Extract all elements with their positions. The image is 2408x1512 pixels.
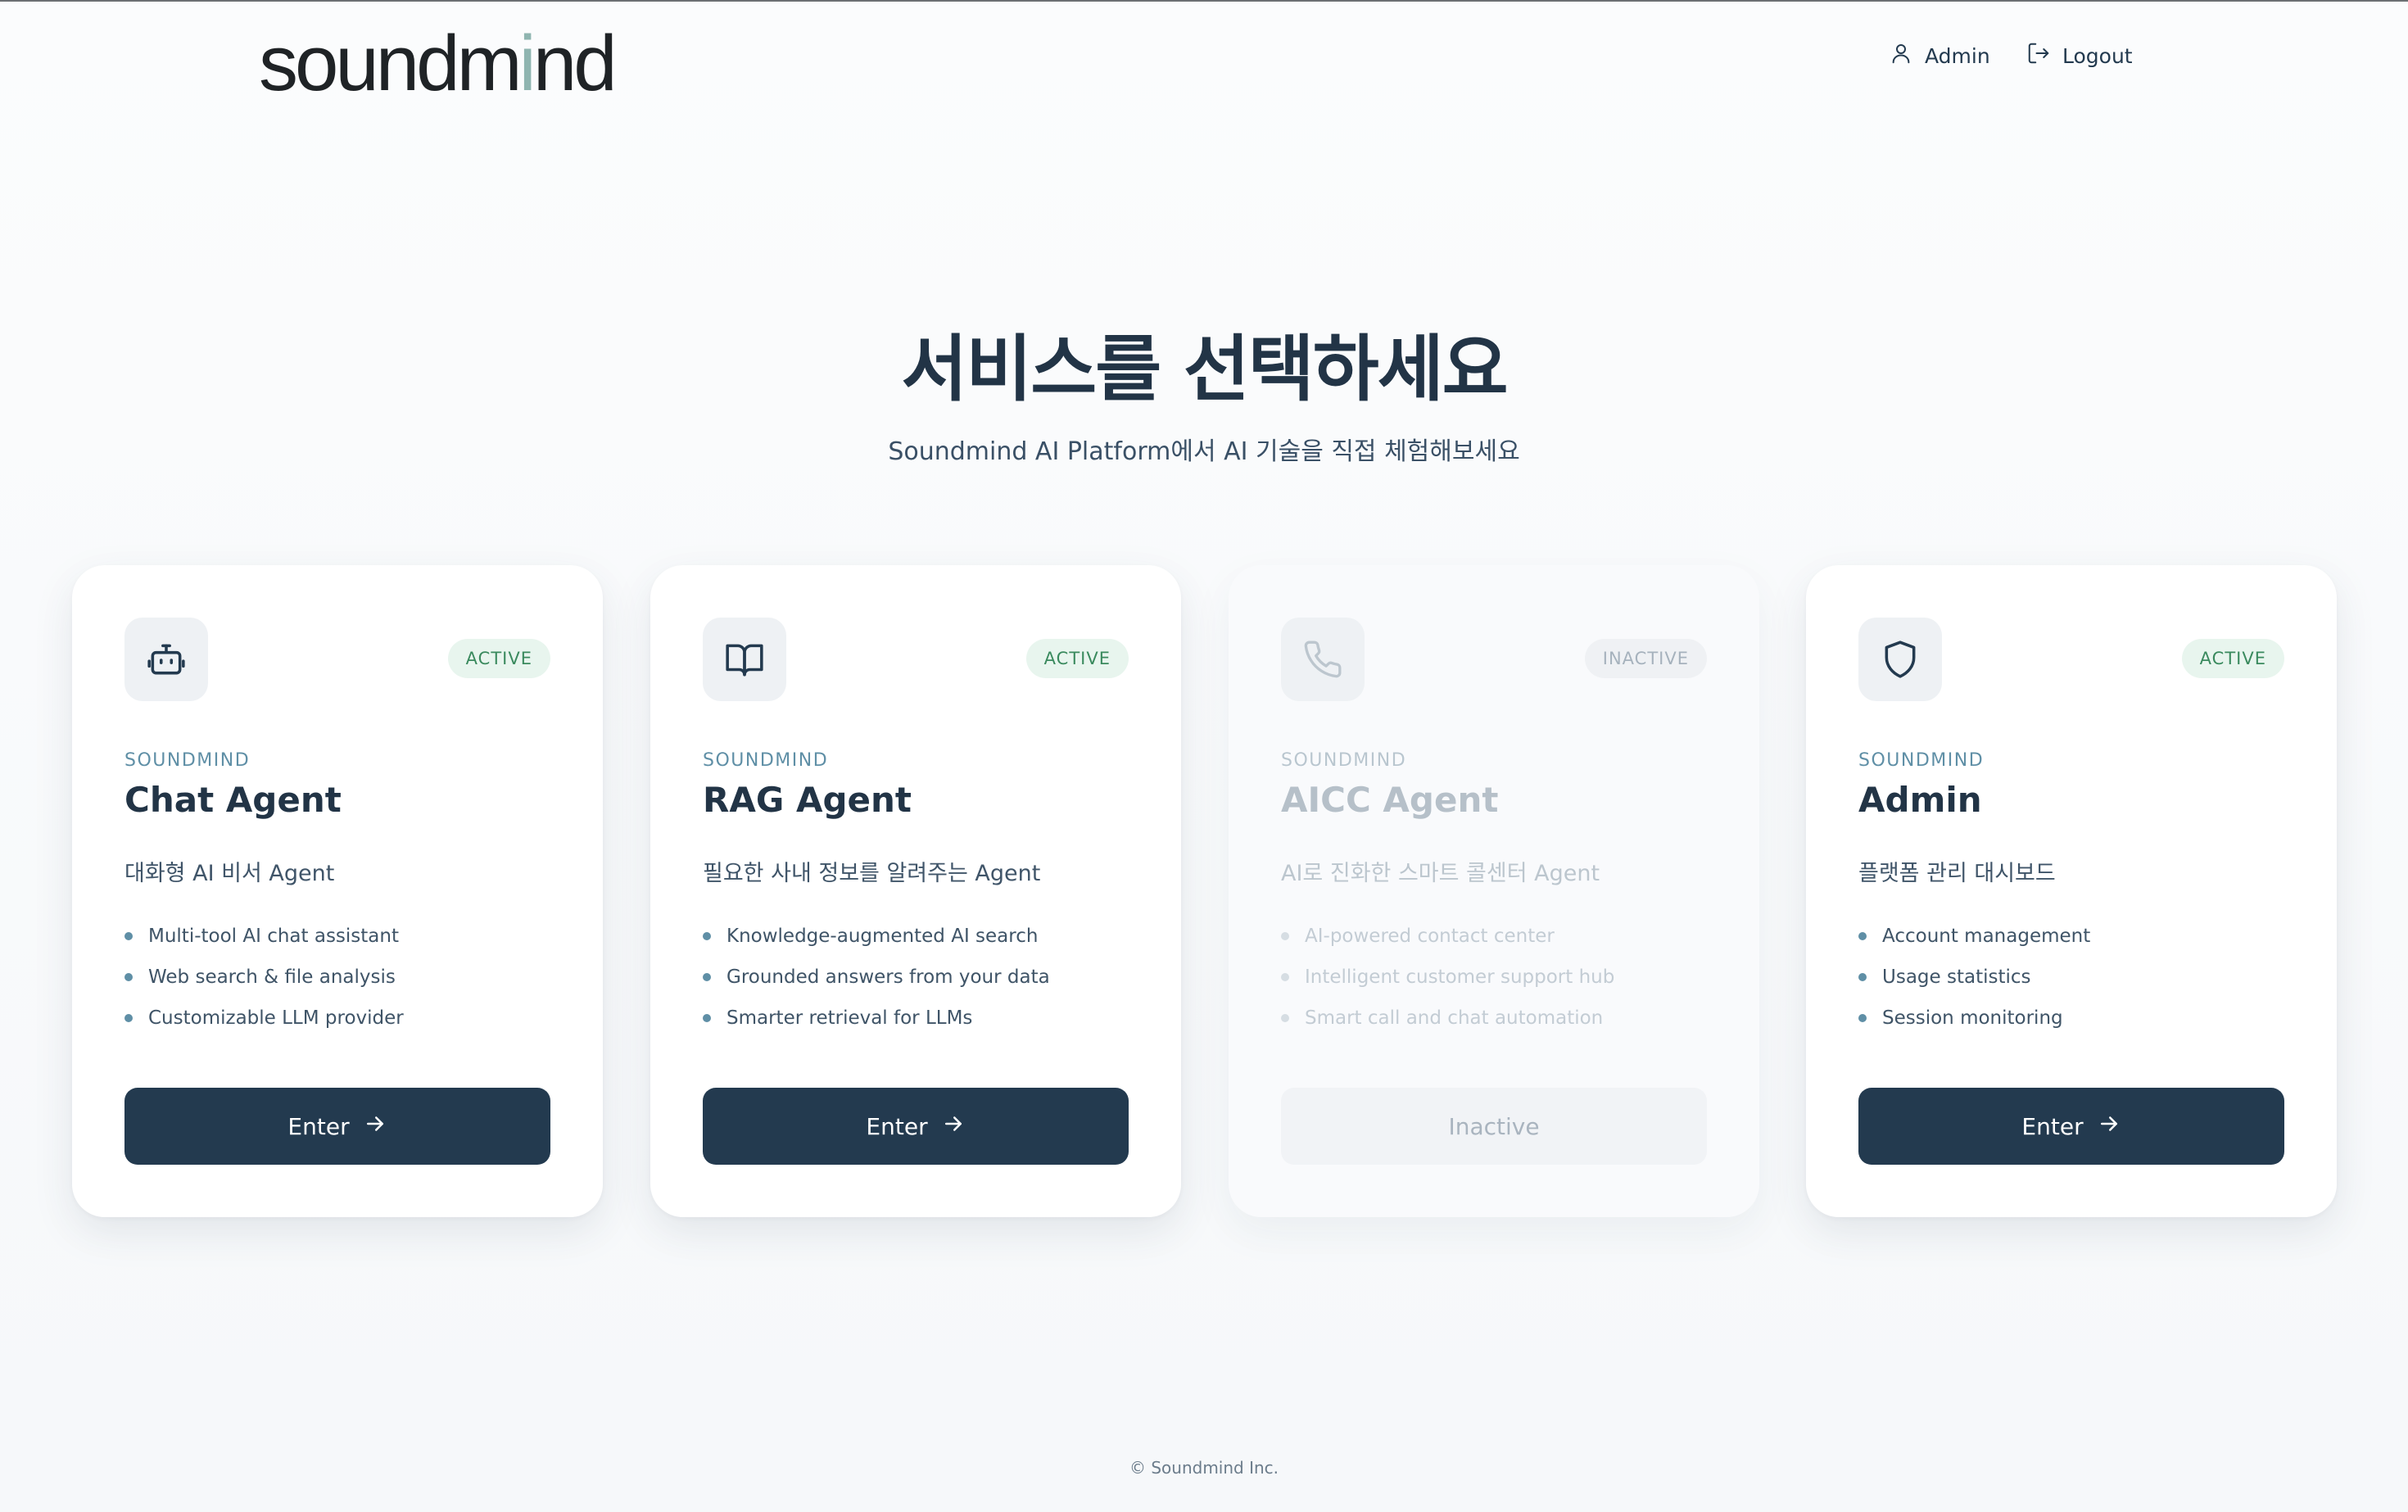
user-icon (1889, 41, 1913, 70)
feature-item: Session monitoring (1858, 998, 2090, 1039)
card-eyebrow: SOUNDMIND (1281, 750, 1407, 771)
status-badge: ACTIVE (1025, 639, 1129, 678)
feature-item: AI-powered contact center (1281, 916, 1614, 957)
bullet-dot (703, 1014, 711, 1022)
enter-label: Enter (2021, 1112, 2084, 1140)
feature-item: Customizable LLM provider (124, 998, 404, 1039)
feature-item: Intelligent customer support hub (1281, 957, 1614, 998)
card-title: AICC Agent (1281, 780, 1499, 820)
feature-item: Usage statistics (1858, 957, 2090, 998)
card-eyebrow: SOUNDMIND (1858, 750, 1985, 771)
card-description: 필요한 사내 정보를 알려주는 Agent (703, 861, 1041, 886)
service-card-chat-agent: ACTIVE SOUNDMIND Chat Agent 대화형 AI 비서 Ag… (72, 565, 603, 1217)
bullet-dot (703, 973, 711, 981)
robot-icon (124, 618, 208, 701)
card-title: Chat Agent (124, 780, 342, 820)
bullet-dot (703, 932, 711, 940)
feature-item: Knowledge-augmented AI search (703, 916, 1050, 957)
card-title: RAG Agent (703, 780, 912, 820)
bullet-dot (1858, 1014, 1867, 1022)
service-card-admin: ACTIVE SOUNDMIND Admin 플랫폼 관리 대시보드 Accou… (1806, 565, 2337, 1217)
arrow-right-icon (363, 1111, 387, 1142)
service-card-rag-agent: ACTIVE SOUNDMIND RAG Agent 필요한 사내 정보를 알려… (650, 565, 1181, 1217)
card-title: Admin (1858, 780, 1982, 820)
enter-rag-agent-button[interactable]: Enter (703, 1088, 1129, 1165)
arrow-right-icon (2097, 1111, 2121, 1142)
admin-nav-label: Admin (1925, 43, 1990, 68)
soundmind-logo[interactable]: soundmind (259, 25, 618, 103)
bullet-dot (124, 932, 133, 940)
feature-list: Account management Usage statistics Sess… (1858, 916, 2090, 1039)
card-description: 플랫폼 관리 대시보드 (1858, 861, 2056, 886)
page-subtitle: Soundmind AI Platform에서 AI 기술을 직접 체험해보세요 (888, 437, 1520, 466)
logout-label: Logout (2062, 43, 2133, 68)
card-eyebrow: SOUNDMIND (703, 750, 829, 771)
book-icon (703, 618, 786, 701)
feature-list: AI-powered contact center Intelligent cu… (1281, 916, 1614, 1039)
inactive-label: Inactive (1448, 1112, 1540, 1140)
feature-item: Web search & file analysis (124, 957, 404, 998)
feature-item: Smart call and chat automation (1281, 998, 1614, 1039)
status-badge: ACTIVE (447, 639, 550, 678)
enter-chat-agent-button[interactable]: Enter (124, 1088, 550, 1165)
card-description: AI로 진화한 스마트 콜센터 Agent (1281, 861, 1600, 886)
bullet-dot (1281, 973, 1289, 981)
feature-list: Knowledge-augmented AI search Grounded a… (703, 916, 1050, 1039)
window-top-border (0, 0, 2408, 2)
feature-list: Multi-tool AI chat assistant Web search … (124, 916, 404, 1039)
page-title: 서비스를 선택하세요 (901, 327, 1508, 411)
bullet-dot (124, 1014, 133, 1022)
bullet-dot (1858, 973, 1867, 981)
status-badge: INACTIVE (1584, 639, 1707, 678)
logout-icon (2026, 41, 2051, 70)
arrow-right-icon (941, 1111, 966, 1142)
card-eyebrow: SOUNDMIND (124, 750, 251, 771)
card-description: 대화형 AI 비서 Agent (124, 861, 335, 886)
enter-admin-button[interactable]: Enter (1858, 1088, 2284, 1165)
service-card-aicc-agent: INACTIVE SOUNDMIND AICC Agent AI로 진화한 스마… (1229, 565, 1759, 1217)
admin-nav-link[interactable]: Admin (1889, 41, 1990, 70)
logout-button[interactable]: Logout (2026, 41, 2133, 70)
shield-icon (1858, 618, 1942, 701)
phone-icon (1281, 618, 1365, 701)
feature-item: Multi-tool AI chat assistant (124, 916, 404, 957)
inactive-button: Inactive (1281, 1088, 1707, 1165)
feature-item: Account management (1858, 916, 2090, 957)
bullet-dot (1281, 932, 1289, 940)
enter-label: Enter (866, 1112, 928, 1140)
enter-label: Enter (287, 1112, 350, 1140)
status-badge: ACTIVE (2181, 639, 2284, 678)
footer-copyright: © Soundmind Inc. (1129, 1458, 1279, 1478)
bullet-dot (1858, 932, 1867, 940)
feature-item: Smarter retrieval for LLMs (703, 998, 1050, 1039)
bullet-dot (124, 973, 133, 981)
bullet-dot (1281, 1014, 1289, 1022)
feature-item: Grounded answers from your data (703, 957, 1050, 998)
